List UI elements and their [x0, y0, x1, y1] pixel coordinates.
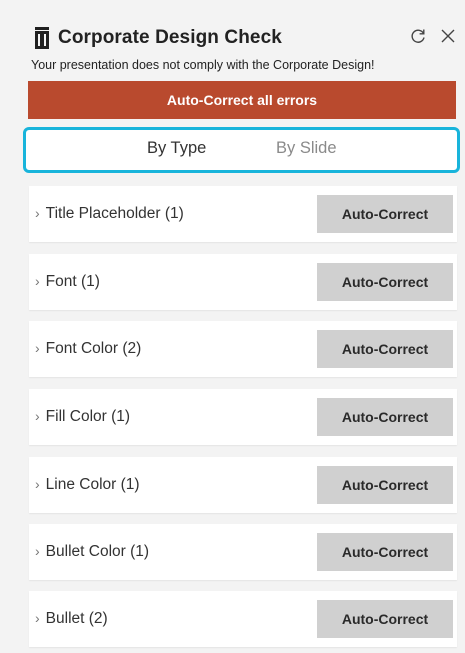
row-label: Fill Color (1) [45, 408, 131, 425]
auto-correct-button[interactable]: Auto-Correct [317, 330, 453, 368]
row-label: Font (1) [45, 273, 100, 290]
header-actions [408, 26, 458, 46]
chevron-right-icon: › [35, 408, 40, 424]
list-item-title-placeholder[interactable]: › Title Placeholder (1) Auto-Correct [29, 186, 457, 242]
compliance-message: Your presentation does not comply with t… [31, 58, 375, 72]
chevron-right-icon: › [35, 273, 40, 289]
auto-correct-all-button[interactable]: Auto-Correct all errors [28, 81, 456, 119]
list-item-fill-color[interactable]: › Fill Color (1) Auto-Correct [29, 389, 457, 445]
tab-by-type[interactable]: By Type [147, 139, 206, 158]
list-item-bullet-color[interactable]: › Bullet Color (1) Auto-Correct [29, 524, 457, 580]
row-label: Title Placeholder (1) [45, 205, 184, 222]
auto-correct-button[interactable]: Auto-Correct [317, 398, 453, 436]
chevron-right-icon: › [35, 610, 40, 626]
trash-icon [32, 27, 52, 49]
view-tabs: By Type By Slide [23, 127, 460, 173]
row-label: Line Color (1) [45, 476, 140, 493]
auto-correct-button[interactable]: Auto-Correct [317, 466, 453, 504]
list-item-font-color[interactable]: › Font Color (2) Auto-Correct [29, 321, 457, 377]
chevron-right-icon: › [35, 476, 40, 492]
chevron-right-icon: › [35, 340, 40, 356]
row-label: Font Color (2) [45, 340, 142, 357]
list-item-font[interactable]: › Font (1) Auto-Correct [29, 254, 457, 310]
auto-correct-button[interactable]: Auto-Correct [317, 600, 453, 638]
tab-by-slide[interactable]: By Slide [276, 139, 337, 158]
row-label: Bullet (2) [45, 610, 108, 627]
pane-header: Corporate Design Check [32, 24, 460, 52]
chevron-right-icon: › [35, 205, 40, 221]
refresh-icon[interactable] [408, 26, 428, 46]
auto-correct-button[interactable]: Auto-Correct [317, 195, 453, 233]
design-check-pane: Corporate Design Check Your presentation… [0, 0, 465, 653]
list-item-bullet[interactable]: › Bullet (2) Auto-Correct [29, 591, 457, 647]
chevron-right-icon: › [35, 543, 40, 559]
close-icon[interactable] [438, 26, 458, 46]
auto-correct-button[interactable]: Auto-Correct [317, 533, 453, 571]
pane-title: Corporate Design Check [58, 27, 282, 48]
row-label: Bullet Color (1) [45, 543, 150, 560]
list-item-line-color[interactable]: › Line Color (1) Auto-Correct [29, 457, 457, 513]
auto-correct-button[interactable]: Auto-Correct [317, 263, 453, 301]
